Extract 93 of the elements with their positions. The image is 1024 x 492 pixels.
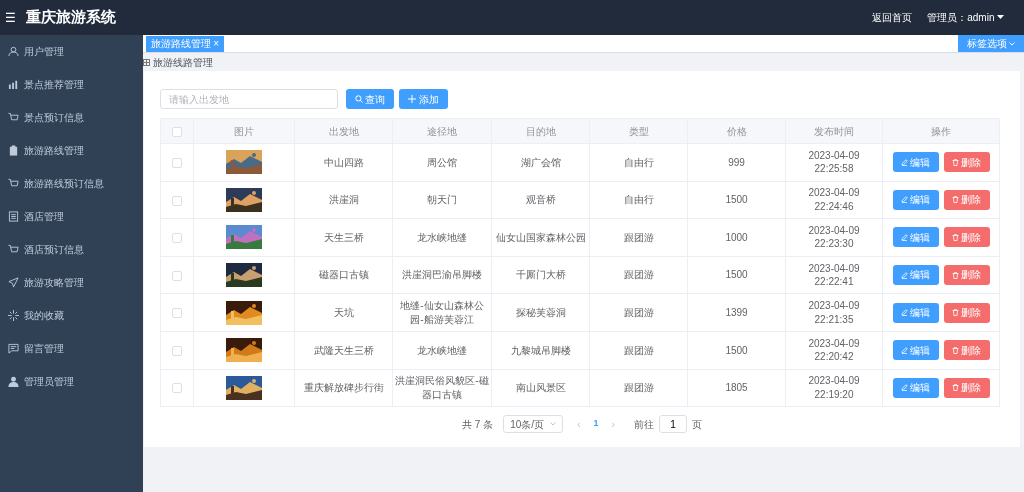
table-cell: 仙女山国家森林公园	[495, 231, 586, 243]
table-cell: 1500	[725, 194, 748, 206]
table-cell: 洪崖洞民俗风貌区-磁器口古镇	[395, 375, 489, 400]
page-size-select[interactable]: 10条/页	[503, 415, 564, 434]
table-cell: 自由行	[623, 156, 654, 168]
tab[interactable]: 旅游路线管理 ×	[145, 35, 225, 52]
table-cell: 千厮门大桥	[515, 269, 566, 281]
menu-icon[interactable]: ☰	[5, 8, 16, 27]
app-title: 重庆旅游系统	[26, 7, 116, 28]
column-header: 目的地	[525, 125, 556, 137]
table-cell: 湖广会馆	[520, 156, 561, 168]
breadcrumb: 旅游线路管理	[152, 55, 213, 70]
table-cell: 跟团游	[623, 231, 654, 243]
home-link[interactable]: 返回首页	[872, 10, 913, 25]
page-input[interactable]: 1	[658, 415, 687, 434]
delete-button[interactable]: 删除	[943, 377, 990, 398]
sidebar-item[interactable]: 景点预订信息	[0, 101, 143, 134]
table-cell: 龙水峡地缝	[417, 344, 467, 356]
table-cell: 2023-04-09 22:23:30	[808, 225, 860, 250]
search-button[interactable]: 查询	[345, 89, 394, 109]
edit-button[interactable]: 编辑	[892, 227, 939, 248]
table-cell: 1399	[725, 306, 748, 318]
total-count: 共 7 条	[462, 417, 494, 432]
table-cell: 跟团游	[623, 269, 654, 281]
table-cell: 九黎城吊脚楼	[510, 344, 571, 356]
user-menu[interactable]: 管理员：admin	[927, 10, 995, 25]
table-cell: 2023-04-09 22:19:20	[808, 375, 860, 400]
table-cell: 2023-04-09 22:24:46	[808, 187, 860, 212]
search-field[interactable]: 请输入出发地	[160, 89, 338, 109]
goto-label: 前往	[633, 417, 654, 432]
table-cell: 洪崖洞	[328, 194, 359, 206]
sidebar-item[interactable]: 酒店管理	[0, 200, 143, 233]
table-cell: 1000	[725, 231, 748, 243]
table-cell: 999	[728, 156, 745, 168]
delete-button[interactable]: 删除	[943, 302, 990, 323]
sidebar-item[interactable]: 旅游路线预订信息	[0, 167, 143, 200]
sidebar-item[interactable]: 我的收藏	[0, 299, 143, 332]
next-page-button[interactable]: ›	[607, 416, 619, 432]
page-button[interactable]: 1	[589, 417, 603, 431]
table-cell: 跟团游	[623, 344, 654, 356]
column-header: 途径地	[427, 125, 457, 137]
edit-button[interactable]: 编辑	[892, 152, 939, 173]
sidebar-item[interactable]: 留言管理	[0, 332, 143, 365]
table-cell: 周公馆	[427, 156, 457, 168]
delete-button[interactable]: 删除	[943, 189, 990, 210]
column-header: 出发地	[328, 125, 359, 137]
table-cell: 1500	[725, 269, 748, 281]
page-suffix: 页	[691, 417, 702, 432]
column-header: 发布时间	[814, 125, 854, 137]
sidebar-item[interactable]: 旅游攻略管理	[0, 266, 143, 299]
table-cell: 地缝-仙女山森林公园-船游芙蓉江	[400, 300, 484, 325]
table-cell: 天坑	[333, 306, 354, 318]
table-cell: 2023-04-09 22:20:42	[808, 337, 860, 363]
column-header: 图片	[234, 125, 254, 137]
table-cell: 磁器口古镇	[318, 269, 369, 281]
table-cell: 天生三桥	[323, 231, 364, 243]
table-cell: 龙水峡地缝	[417, 231, 467, 243]
edit-button[interactable]: 编辑	[892, 377, 939, 398]
column-header: 操作	[931, 125, 951, 137]
edit-button[interactable]: 编辑	[892, 302, 939, 323]
sidebar-item[interactable]: 用户管理	[0, 35, 143, 68]
sidebar-item[interactable]: 旅游路线管理	[0, 134, 143, 167]
delete-button[interactable]: 删除	[943, 152, 990, 173]
column-header: 价格	[726, 125, 747, 137]
add-button[interactable]: 添加	[399, 89, 448, 109]
table-cell: 观音桥	[525, 194, 556, 206]
table-cell: 1805	[725, 382, 748, 394]
table-cell: 重庆解放碑步行街	[303, 382, 384, 394]
table-cell: 中山四路	[323, 156, 364, 168]
sidebar-item[interactable]: 管理员管理	[0, 365, 143, 398]
edit-button[interactable]: 编辑	[892, 265, 939, 286]
column-header: 类型	[628, 125, 649, 137]
sidebar-item[interactable]: 酒店预订信息	[0, 233, 143, 266]
table-cell: 2023-04-09 22:22:41	[808, 262, 860, 288]
table-cell: 跟团游	[623, 382, 654, 394]
delete-button[interactable]: 删除	[943, 340, 990, 361]
table-cell: 跟团游	[623, 306, 654, 318]
table-cell: 探秘芙蓉洞	[515, 306, 566, 318]
table-cell: 自由行	[623, 194, 654, 206]
table-cell: 南山风景区	[515, 382, 566, 394]
delete-button[interactable]: 删除	[943, 265, 990, 286]
tab-options-button[interactable]: 标签选项	[957, 35, 1024, 52]
sidebar-item[interactable]: 景点推荐管理	[0, 68, 143, 101]
prev-page-button[interactable]: ‹	[573, 416, 585, 432]
table-cell: 洪崖洞巴渝吊脚楼	[402, 269, 482, 281]
edit-button[interactable]: 编辑	[892, 340, 939, 361]
edit-button[interactable]: 编辑	[892, 189, 939, 210]
table-cell: 武隆天生三桥	[313, 344, 374, 356]
table-cell: 2023-04-09 22:21:35	[808, 300, 860, 325]
table-cell: 1500	[725, 344, 748, 356]
delete-button[interactable]: 删除	[943, 227, 990, 248]
table-cell: 朝天门	[427, 194, 457, 206]
table-cell: 2023-04-09 22:25:58	[808, 149, 860, 175]
